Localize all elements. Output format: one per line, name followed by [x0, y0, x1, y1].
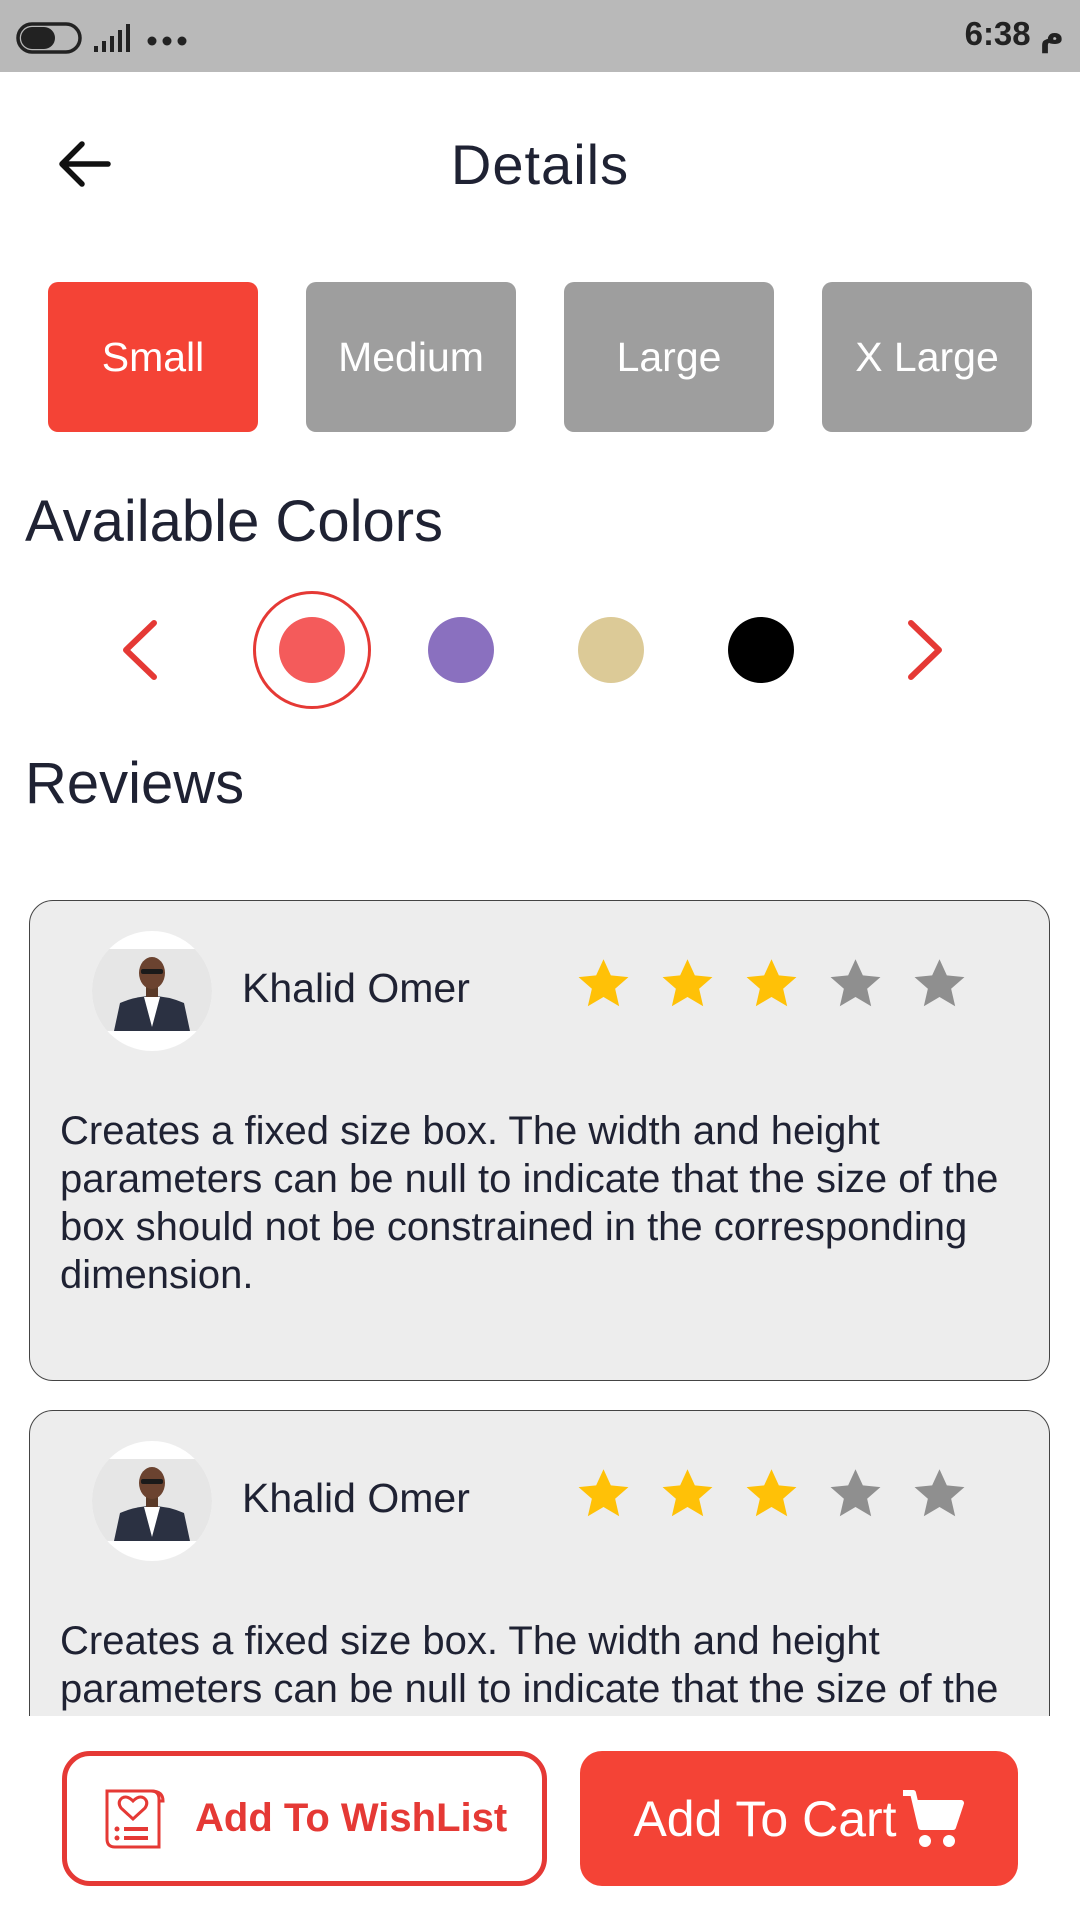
size-option-small[interactable]: Small: [48, 282, 258, 432]
color-swatch-selected-ring[interactable]: [253, 591, 371, 709]
star-rating: [575, 1465, 968, 1522]
size-option-medium[interactable]: Medium: [306, 282, 516, 432]
size-option-large[interactable]: Large: [564, 282, 774, 432]
add-to-cart-button[interactable]: Add To Cart: [580, 1751, 1018, 1886]
status-bar: 6:38 م: [0, 0, 1080, 72]
review-text: Creates a fixed size box. The width and …: [60, 1109, 999, 1297]
review-card: Khalid Omer Creates a fixed size box. Th…: [29, 900, 1050, 1381]
size-selector: Small Medium Large X Large: [48, 282, 1032, 432]
star-empty-icon: [914, 1469, 965, 1517]
color-swatch-4[interactable]: [728, 617, 794, 683]
status-icons: [16, 18, 188, 58]
star-filled-icon: [578, 1469, 629, 1517]
color-selector: [0, 590, 1080, 710]
color-swatch-3[interactable]: [578, 617, 644, 683]
colors-title: Available Colors: [25, 489, 444, 554]
reviews-title: Reviews: [25, 751, 245, 816]
wishlist-icon: [105, 1789, 165, 1848]
page-title: Details: [450, 133, 630, 196]
reviewer-photo: [92, 949, 212, 1034]
star-rating: [575, 955, 968, 1012]
toggle-icon: [16, 22, 82, 54]
cart-button-label: Add To Cart: [633, 1790, 897, 1847]
star-filled-icon: [662, 959, 713, 1007]
color-swatch-1[interactable]: [279, 617, 345, 683]
bottom-action-bar: Add To WishList Add To Cart: [0, 1716, 1080, 1920]
avatar: [92, 931, 212, 1051]
star-empty-icon: [830, 1469, 881, 1517]
color-swatch-2[interactable]: [428, 617, 494, 683]
star-empty-icon: [830, 959, 881, 1007]
reviewer-name: Khalid Omer: [242, 1475, 470, 1521]
star-filled-icon: [746, 959, 797, 1007]
cart-icon: [902, 1789, 964, 1847]
star-filled-icon: [662, 1469, 713, 1517]
reviewer-name: Khalid Omer: [242, 965, 470, 1011]
wishlist-button-label: Add To WishList: [195, 1796, 508, 1840]
star-filled-icon: [746, 1469, 797, 1517]
chevron-left-icon: [123, 620, 157, 680]
chevron-right-icon: [908, 620, 942, 680]
star-filled-icon: [578, 959, 629, 1007]
add-to-wishlist-button[interactable]: Add To WishList: [62, 1751, 547, 1886]
colors-prev-button[interactable]: [100, 610, 180, 690]
signal-icon: [94, 24, 130, 52]
status-time: 6:38 م: [964, 15, 1064, 52]
avatar: [92, 1441, 212, 1561]
app-bar: Details: [0, 72, 1080, 242]
size-option-x-large[interactable]: X Large: [822, 282, 1032, 432]
colors-next-button[interactable]: [885, 610, 965, 690]
reviewer-photo: [92, 1459, 212, 1544]
more-dots-icon: [147, 36, 187, 46]
star-empty-icon: [914, 959, 965, 1007]
